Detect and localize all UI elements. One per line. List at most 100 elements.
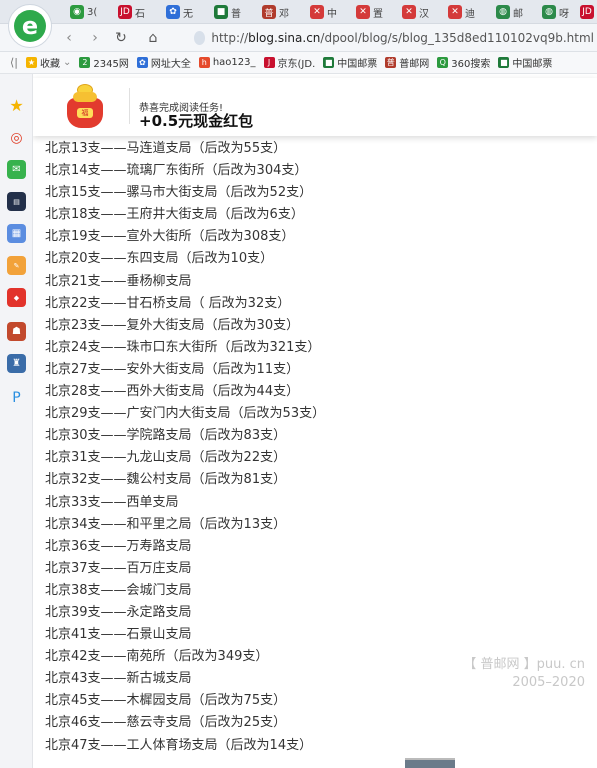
home-button[interactable]: ⌂	[144, 29, 162, 47]
browser-tab[interactable]: ✕ 迪	[448, 3, 475, 21]
bookmark-item[interactable]: 普普邮网	[385, 55, 429, 70]
bookmark-item[interactable]: h hao123_	[198, 57, 256, 68]
list-item: 北京37支——百万庄支局	[45, 560, 192, 576]
post-icon: ■	[498, 57, 510, 68]
list-item: 北京14支——琉璃厂东街所（后改为304支）	[45, 163, 308, 179]
list-item: 北京41支——石景山支局	[45, 627, 192, 643]
list-item: 北京31支——九龙山支局（后改为22支）	[45, 450, 287, 466]
jd-icon: J	[263, 57, 275, 68]
list-item: 北京13支——马连道支局（后改为55支）	[45, 141, 287, 156]
banner-title: +0.5元现金红包	[139, 112, 254, 130]
browser-tab[interactable]: ◉ 3(	[70, 3, 97, 21]
list-item: 北京15支——骡马市大街支局（后改为52支）	[45, 185, 313, 201]
reload-button[interactable]: ↻	[112, 29, 130, 47]
jd-icon: JD	[118, 5, 132, 19]
browser-logo[interactable]: e	[8, 4, 52, 48]
list-item: 北京33支——西单支局	[45, 494, 179, 510]
novel-icon[interactable]: ✎	[7, 256, 26, 275]
tool-icon: ✕	[356, 5, 370, 19]
puu-icon: 普	[385, 57, 397, 68]
list-item: 北京21支——垂杨柳支局	[45, 273, 192, 289]
2345-icon: 2	[79, 57, 91, 68]
watermark-line: 【 普邮网 】puu. cn	[463, 657, 585, 672]
browser-tab[interactable]: JD	[580, 3, 594, 21]
browser-tab[interactable]: ■ 普	[214, 3, 241, 21]
browser-tab[interactable]: ◍ 呀	[542, 3, 569, 21]
bookmark-item[interactable]: J 京东(JD.	[263, 55, 315, 70]
news-icon[interactable]: ▤	[7, 192, 26, 211]
list-item: 北京22支——甘石桥支局（ 后改为32支）	[45, 295, 291, 311]
list-item: 北京45支——木樨园支局（后改为75支）	[45, 693, 287, 709]
browser-tab[interactable]: ✕ 汉	[402, 3, 429, 21]
document-icon[interactable]: ▦	[7, 224, 26, 243]
list-item: 北京24支——珠市口东大街所（后改为321支）	[45, 339, 321, 355]
list-item: 北京36支——万寿路支局	[45, 538, 192, 554]
hao-icon: h	[198, 57, 210, 68]
search-icon: Q	[437, 57, 449, 68]
tool-icon: ✕	[310, 5, 324, 19]
thumbnail-image	[405, 758, 455, 768]
bookmark-item[interactable]: ■ 中国邮票	[323, 55, 377, 70]
back-button[interactable]: ‹	[60, 29, 78, 47]
browser-tab[interactable]: ◍ 邮	[496, 3, 523, 21]
puu-icon: 普	[262, 5, 276, 19]
list-item: 北京34支——和平里之局（后改为13支）	[45, 516, 287, 532]
mail-icon: ■	[214, 5, 228, 19]
reward-banner[interactable]: 福 恭喜完成阅读任务! +0.5元现金红包	[33, 78, 597, 136]
red-envelope-bag-icon: 福	[63, 84, 107, 130]
browser-tab[interactable]: ✕ 置	[356, 3, 383, 21]
url-text: http://blog.sina.cn/dpool/blog/s/blog_13…	[211, 31, 594, 45]
browser-logo-icon: e	[14, 10, 46, 42]
pay-icon[interactable]: P	[7, 388, 26, 407]
bookmark-item[interactable]: Q 360搜索	[437, 55, 490, 70]
watermark-years: 2005–2020	[512, 675, 585, 690]
list-item: 北京39支——永定路支局	[45, 604, 192, 620]
weibo-icon[interactable]: ◎	[7, 128, 26, 147]
list-item: 北京47支——工人体育场支局（后改为14支）	[45, 737, 313, 753]
list-item: 北京46支——慈云寺支局（后改为25支）	[45, 715, 287, 731]
list-item: 北京19支——宣外大街所（后改为308支）	[45, 229, 295, 245]
tool-icon: ✕	[448, 5, 462, 19]
bookmark-item[interactable]: ✿ 网址大全	[136, 55, 191, 70]
star-icon: ★	[26, 57, 37, 68]
bookmark-favorites[interactable]: ★ 收藏 ⌄	[26, 55, 71, 70]
list-item: 北京32支——魏公村支局（后改为81支）	[45, 472, 287, 488]
mail-icon[interactable]: ✉	[7, 160, 26, 179]
tab-strip: ◉ 3( JD 石 ✿ 无 ■ 普 普邓 ✕ 中 ✕ 置 ✕ 汉 ✕ 迪 ◍ 邮 ◍ 呀 JD	[0, 0, 597, 24]
list-item: 北京20支——东四支局（后改为10支）	[45, 251, 274, 267]
banner-divider	[129, 88, 130, 124]
favorites-star-icon[interactable]: ★	[7, 96, 26, 115]
forward-button[interactable]: ›	[86, 29, 104, 47]
list-item: 北京23支——复外大街支局（后改为30支）	[45, 317, 300, 333]
list-item: 北京18支——王府井大街支局（后改为6支）	[45, 207, 304, 223]
360-icon: ◉	[70, 5, 84, 19]
list-item: 北京38支——会城门支局	[45, 582, 192, 598]
paw-icon: ✿	[136, 57, 148, 68]
post-icon: ■	[323, 57, 335, 68]
url-field[interactable]: http://blog.sina.cn/dpool/blog/s/blog_13…	[194, 28, 594, 48]
browser-tab[interactable]: JD 石	[118, 3, 145, 21]
tool-icon: ✕	[402, 5, 416, 19]
browser-tab[interactable]: ✕ 中	[310, 3, 337, 21]
shopping-icon[interactable]: ◆	[7, 288, 26, 307]
address-bar: ‹ › ↻ ⌂ http://blog.sina.cn/dpool/blog/s…	[0, 24, 597, 52]
bookmark-item[interactable]: 2 2345网	[79, 55, 129, 70]
chevron-down-icon: ⌄	[63, 57, 72, 68]
browser-tab[interactable]: ✿ 无	[166, 3, 193, 21]
collapse-sidebar-icon[interactable]: ⟨|	[10, 56, 18, 69]
globe-icon: ◍	[496, 5, 510, 19]
list-item: 北京30支——学院路支局（后改为83支）	[45, 428, 287, 444]
bookmarks-bar: ⟨| ★ 收藏 ⌄ 2 2345网 ✿ 网址大全 h hao123_ J 京东(JD. ■ 中…	[0, 52, 597, 74]
watermark: 【 普邮网 】puu. cn 2005–2020	[463, 656, 585, 692]
list-item: 北京27支——安外大街支局（后改为11支）	[45, 361, 300, 377]
site-info-icon[interactable]	[194, 31, 206, 45]
list-item: 北京28支——西外大街支局（后改为44支）	[45, 384, 300, 400]
paw-icon: ✿	[166, 5, 180, 19]
bookmark-item[interactable]: ■ 中国邮票	[498, 55, 552, 70]
browser-tab[interactable]: 普邓	[262, 3, 289, 21]
game-icon-2[interactable]: ♜	[7, 354, 26, 373]
game-icon[interactable]: ☗	[7, 322, 26, 341]
list-item: 北京29支——广安门内大街支局（后改为53支）	[45, 406, 326, 422]
jd-icon: JD	[580, 5, 594, 19]
side-toolbar: ★ ◎ ✉ ▤ ▦ ✎ ◆ ☗ ♜ P	[0, 74, 33, 768]
